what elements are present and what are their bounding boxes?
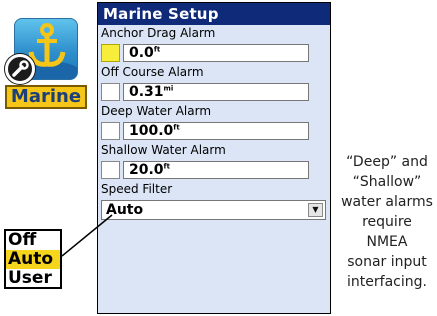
caption-line: require <box>362 214 412 230</box>
chevron-down-icon[interactable]: ▼ <box>308 203 323 217</box>
shallow-water-alarm-value-field[interactable]: 20.0ft <box>123 161 309 179</box>
anchor-drag-alarm-toggle[interactable] <box>101 44 120 62</box>
off-course-alarm-value: 0.31 <box>129 84 164 100</box>
speed-filter-value: Auto <box>106 202 144 218</box>
shallow-water-alarm-row: 20.0ft <box>98 159 330 181</box>
marine-app-icon[interactable]: Marine <box>5 18 87 110</box>
deep-water-alarm-label: Deep Water Alarm <box>101 104 212 118</box>
caption-note: “Deep” and “Shallow” water alarms requir… <box>338 152 436 292</box>
deep-water-alarm-value-field[interactable]: 100.0ft <box>123 122 309 140</box>
deep-water-alarm-unit: ft <box>173 123 180 132</box>
marine-setup-screen: Marine Setup Anchor Drag Alarm 0.0ft Off… <box>97 2 331 314</box>
deep-water-alarm-value: 100.0 <box>129 123 174 139</box>
wrench-icon <box>5 54 35 84</box>
caption-line: sonar input <box>347 254 427 270</box>
anchor-drag-alarm-label: Anchor Drag Alarm <box>101 26 216 40</box>
anchor-drag-alarm-value: 0.0 <box>129 45 154 61</box>
off-course-alarm-toggle[interactable] <box>101 83 120 101</box>
deep-water-alarm-row: 100.0ft <box>98 120 330 142</box>
off-course-alarm-label: Off Course Alarm <box>101 65 204 79</box>
speed-filter-label: Speed Filter <box>101 182 173 196</box>
off-course-alarm-value-field[interactable]: 0.31mi <box>123 83 309 101</box>
speed-filter-row: Auto ▼ <box>98 198 330 220</box>
page-title: Marine Setup <box>98 3 330 25</box>
anchor-drag-alarm-value-field[interactable]: 0.0ft <box>123 44 309 62</box>
anchor-drag-alarm-row: 0.0ft <box>98 42 330 64</box>
marine-icon-label: Marine <box>5 85 87 109</box>
anchor-drag-alarm-unit: ft <box>153 45 161 54</box>
caption-line: water alarms <box>341 194 433 210</box>
shallow-water-alarm-unit: ft <box>163 162 170 171</box>
option-user[interactable]: User <box>6 269 60 288</box>
shallow-water-alarm-label: Shallow Water Alarm <box>101 143 226 157</box>
caption-line: interfacing. <box>347 274 427 290</box>
caption-line: NMEA <box>366 234 408 250</box>
shallow-water-alarm-toggle[interactable] <box>101 161 120 179</box>
speed-filter-select[interactable]: Auto ▼ <box>101 200 326 220</box>
option-auto[interactable]: Auto <box>6 250 60 269</box>
caption-line: “Deep” and <box>346 154 428 170</box>
shallow-water-alarm-value: 20.0 <box>129 162 164 178</box>
caption-line: “Shallow” <box>352 174 422 190</box>
off-course-alarm-row: 0.31mi <box>98 81 330 103</box>
off-course-alarm-unit: mi <box>163 84 174 93</box>
option-off[interactable]: Off <box>6 231 60 250</box>
deep-water-alarm-toggle[interactable] <box>101 122 120 140</box>
speed-filter-options-callout: Off Auto User <box>4 229 62 289</box>
